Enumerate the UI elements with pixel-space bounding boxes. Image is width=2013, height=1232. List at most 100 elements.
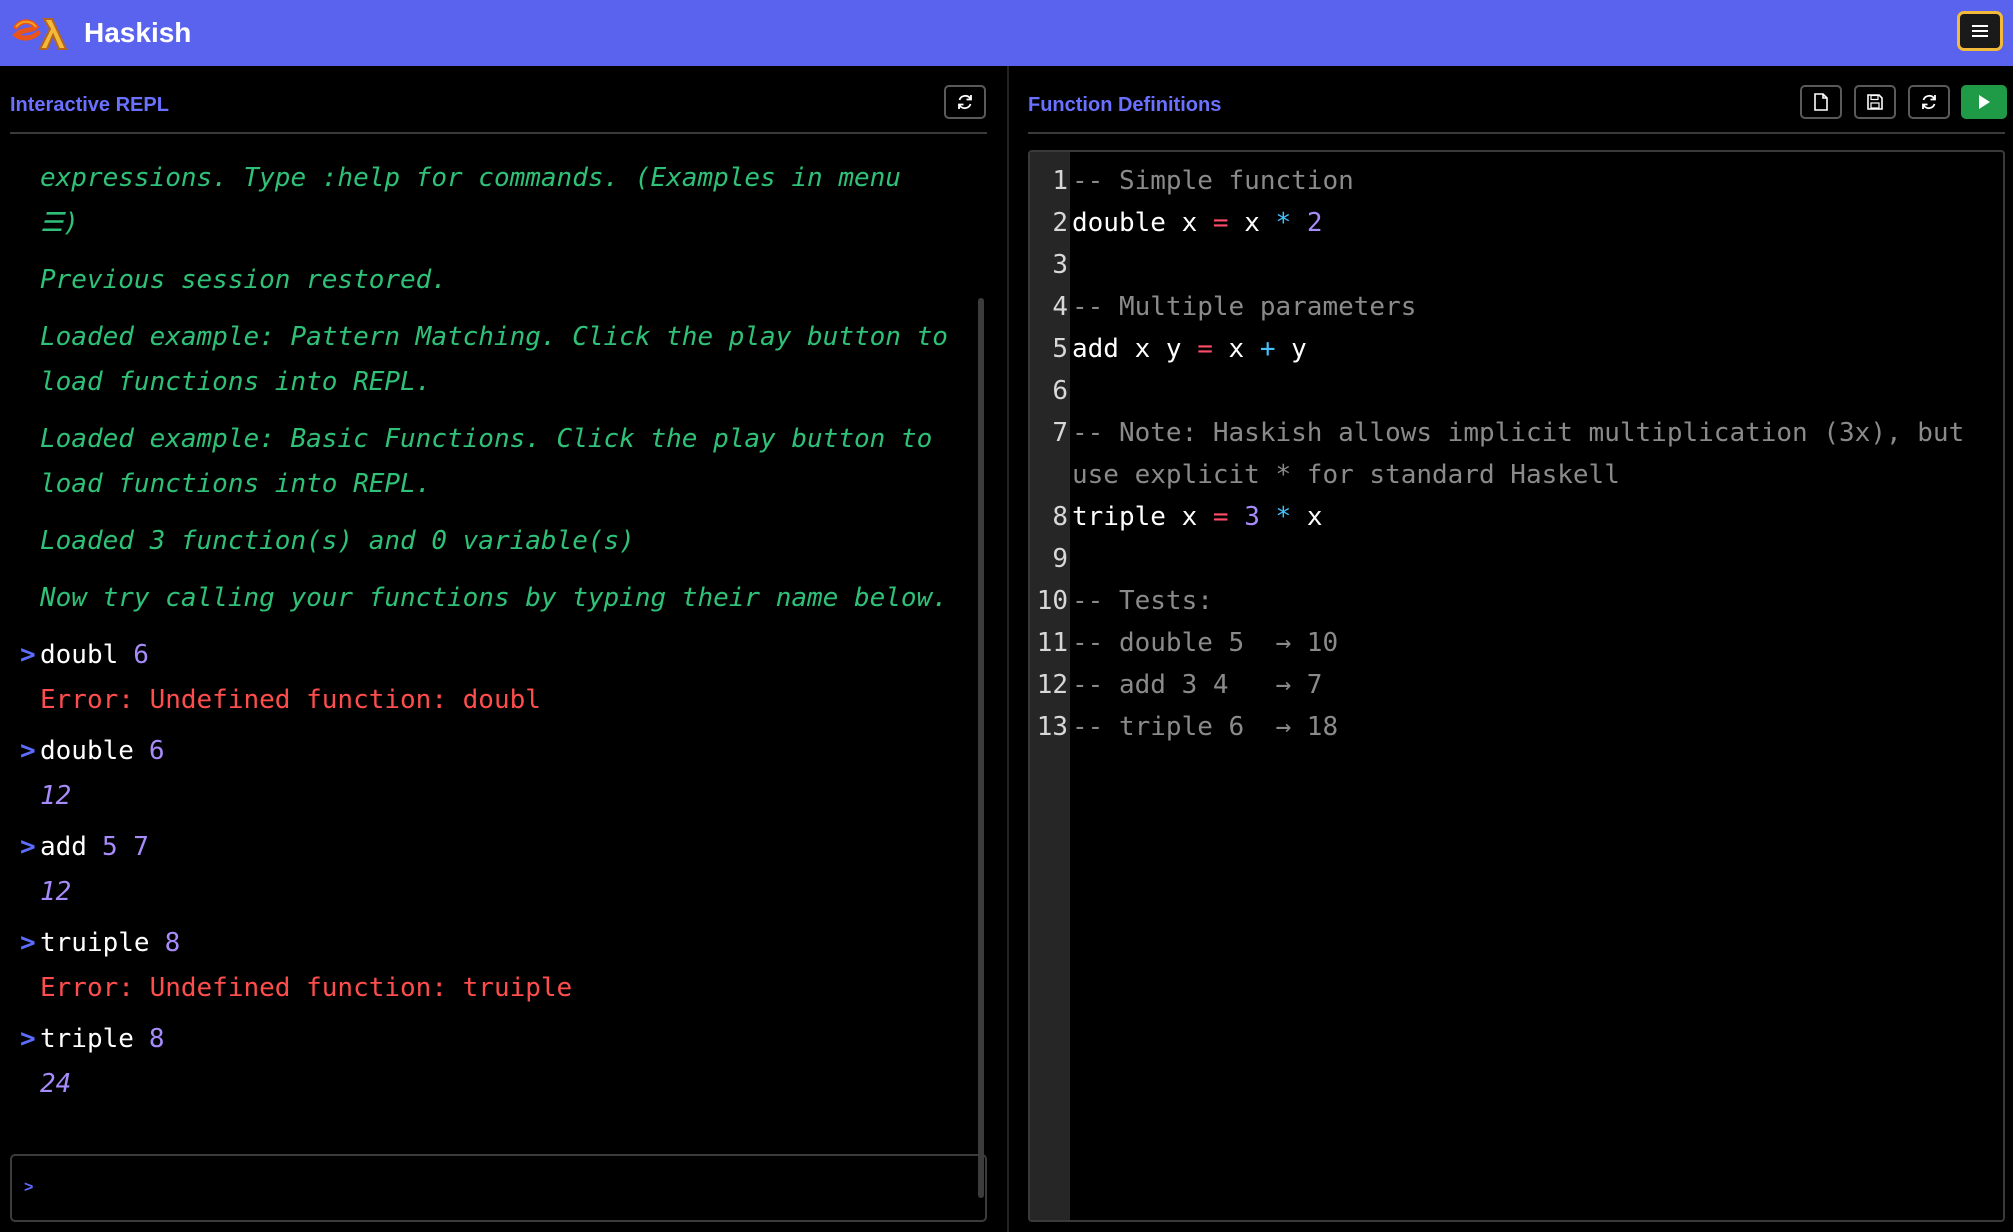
repl-message: Previous session restored. xyxy=(40,265,447,295)
new-file-icon xyxy=(1814,93,1828,111)
code-token: -- add 3 4 → 7 xyxy=(1072,670,1323,700)
repl-panel: Interactive REPL expressions. Type :help… xyxy=(0,66,1007,1232)
line-number: 2 xyxy=(1052,208,1068,238)
code-lines: 1 -- Simple function 2 double x = x * 23 4-… xyxy=(1030,152,2003,748)
prompt-chevron-icon: > xyxy=(20,928,36,958)
repl-command: > double 6 xyxy=(0,729,975,773)
code-line[interactable]: 10 -- Tests: xyxy=(1030,580,2003,622)
command-args: 6 xyxy=(148,736,165,766)
line-number: 13 xyxy=(1036,712,1068,742)
save-icon xyxy=(1867,94,1883,110)
code-text: -- Tests: xyxy=(1070,580,1982,622)
repl-error: Error: Undefined function: doubl xyxy=(40,685,541,715)
repl-error: Error: Undefined function: truiple xyxy=(40,973,573,1003)
command-args: 8 xyxy=(164,928,181,958)
line-number: 7 xyxy=(1052,418,1068,448)
code-text: add x y = x + y xyxy=(1070,328,1982,370)
command-args: 8 xyxy=(148,1024,165,1054)
repl-output[interactable]: expressions. Type :help for commands. (E… xyxy=(0,156,975,1196)
play-icon xyxy=(1979,95,1990,109)
repl-message: Loaded example: Pattern Matching. Click … xyxy=(40,322,948,397)
repl-reset-button[interactable] xyxy=(944,85,986,119)
code-line[interactable]: 6 xyxy=(1030,370,2003,412)
repl-result: 12 xyxy=(40,877,72,907)
prompt-chevron-icon: > xyxy=(20,736,36,766)
code-token: x xyxy=(1228,208,1276,238)
line-number: 6 xyxy=(1052,376,1068,406)
code-editor[interactable]: 1 -- Simple function 2 double x = x * 23 4-… xyxy=(1028,150,2005,1222)
code-text: -- double 5 → 10 xyxy=(1070,622,1982,664)
code-line[interactable]: 13 -- triple 6 → 18 xyxy=(1030,706,2003,748)
code-line[interactable]: 9 xyxy=(1030,538,2003,580)
editor-reset-button[interactable] xyxy=(1908,85,1950,119)
command-args: 6 xyxy=(133,640,149,670)
editor-title: Function Definitions xyxy=(1028,94,1222,116)
code-token: * xyxy=(1275,208,1292,238)
line-number: 10 xyxy=(1036,586,1068,616)
prompt-chevron-icon: > xyxy=(20,1024,36,1054)
repl-title: Interactive REPL xyxy=(10,94,169,116)
code-token: -- Note: Haskish allows implicit multipl… xyxy=(1072,418,1980,490)
code-line[interactable]: 1 -- Simple function xyxy=(1030,160,2003,202)
code-line[interactable]: 2 double x = x * 2 xyxy=(1030,202,2003,244)
code-token: x xyxy=(1291,502,1323,532)
save-button[interactable] xyxy=(1854,85,1896,119)
repl-result: 12 xyxy=(40,781,72,811)
command-function: add xyxy=(40,832,87,862)
hamburger-menu-button[interactable] xyxy=(1957,11,2003,51)
code-token: 2 xyxy=(1291,208,1323,238)
repl-message: Loaded example: Basic Functions. Click t… xyxy=(40,424,933,499)
code-token: -- Multiple parameters xyxy=(1072,292,1417,322)
repl-command: > triple 8 xyxy=(0,1017,975,1061)
code-token: y xyxy=(1275,334,1307,364)
command-args: 5 7 xyxy=(101,832,149,862)
repl-message: Loaded 3 function(s) and 0 variable(s) xyxy=(40,526,635,556)
prompt-chevron-icon: > xyxy=(20,832,36,862)
code-text: -- Multiple parameters xyxy=(1070,286,1982,328)
code-text: -- Note: Haskish allows implicit multipl… xyxy=(1070,412,1982,496)
line-number: 12 xyxy=(1036,670,1068,700)
lambda-logo-icon xyxy=(12,13,72,53)
new-file-button[interactable] xyxy=(1800,85,1842,119)
line-number: 9 xyxy=(1052,544,1068,574)
repl-scrollbar[interactable] xyxy=(978,298,984,1198)
code-line[interactable]: 8 triple x = 3 * x xyxy=(1030,496,2003,538)
app-title: Haskish xyxy=(84,17,192,48)
code-line[interactable]: 5 add x y = x + y xyxy=(1030,328,2003,370)
code-token: = xyxy=(1197,334,1213,364)
repl-message: Now try calling your functions by typing… xyxy=(40,583,948,613)
code-token: add x y xyxy=(1072,334,1198,364)
run-button[interactable] xyxy=(1961,85,2007,119)
code-line[interactable]: 3 xyxy=(1030,244,2003,286)
repl-message: expressions. Type :help for commands. (E… xyxy=(40,163,901,238)
prompt-chevron-icon: > xyxy=(20,640,36,670)
line-number: 1 xyxy=(1052,166,1068,196)
code-text: double x = x * 2 xyxy=(1070,202,1982,244)
editor-header-divider xyxy=(1028,132,2005,134)
hamburger-menu-icon xyxy=(1972,25,1988,37)
code-line[interactable]: 12 -- add 3 4 → 7 xyxy=(1030,664,2003,706)
repl-command: > doubl 6 xyxy=(0,633,975,677)
code-line[interactable]: 11 -- double 5 → 10 xyxy=(1030,622,2003,664)
code-token: -- double 5 → 10 xyxy=(1072,628,1339,658)
line-number: 3 xyxy=(1052,250,1068,280)
code-text: -- Simple function xyxy=(1070,160,1982,202)
repl-input[interactable] xyxy=(52,1173,956,1203)
code-line[interactable]: 4 -- Multiple parameters xyxy=(1030,286,2003,328)
repl-header-divider xyxy=(10,132,987,134)
code-line[interactable]: 7 -- Note: Haskish allows implicit multip… xyxy=(1030,412,2003,496)
command-function: truiple xyxy=(40,928,150,958)
repl-input-box[interactable]: > xyxy=(10,1154,987,1222)
line-number: 4 xyxy=(1052,292,1068,322)
code-token: -- Simple function xyxy=(1072,166,1354,196)
code-text: triple x = 3 * x xyxy=(1070,496,1982,538)
code-token: -- Tests: xyxy=(1072,586,1213,616)
code-token: double x xyxy=(1072,208,1213,238)
command-function: doubl xyxy=(40,640,119,670)
refresh-icon xyxy=(958,94,972,110)
prompt-chevron-icon: > xyxy=(24,1179,34,1196)
repl-command: > add 5 7 xyxy=(0,825,975,869)
